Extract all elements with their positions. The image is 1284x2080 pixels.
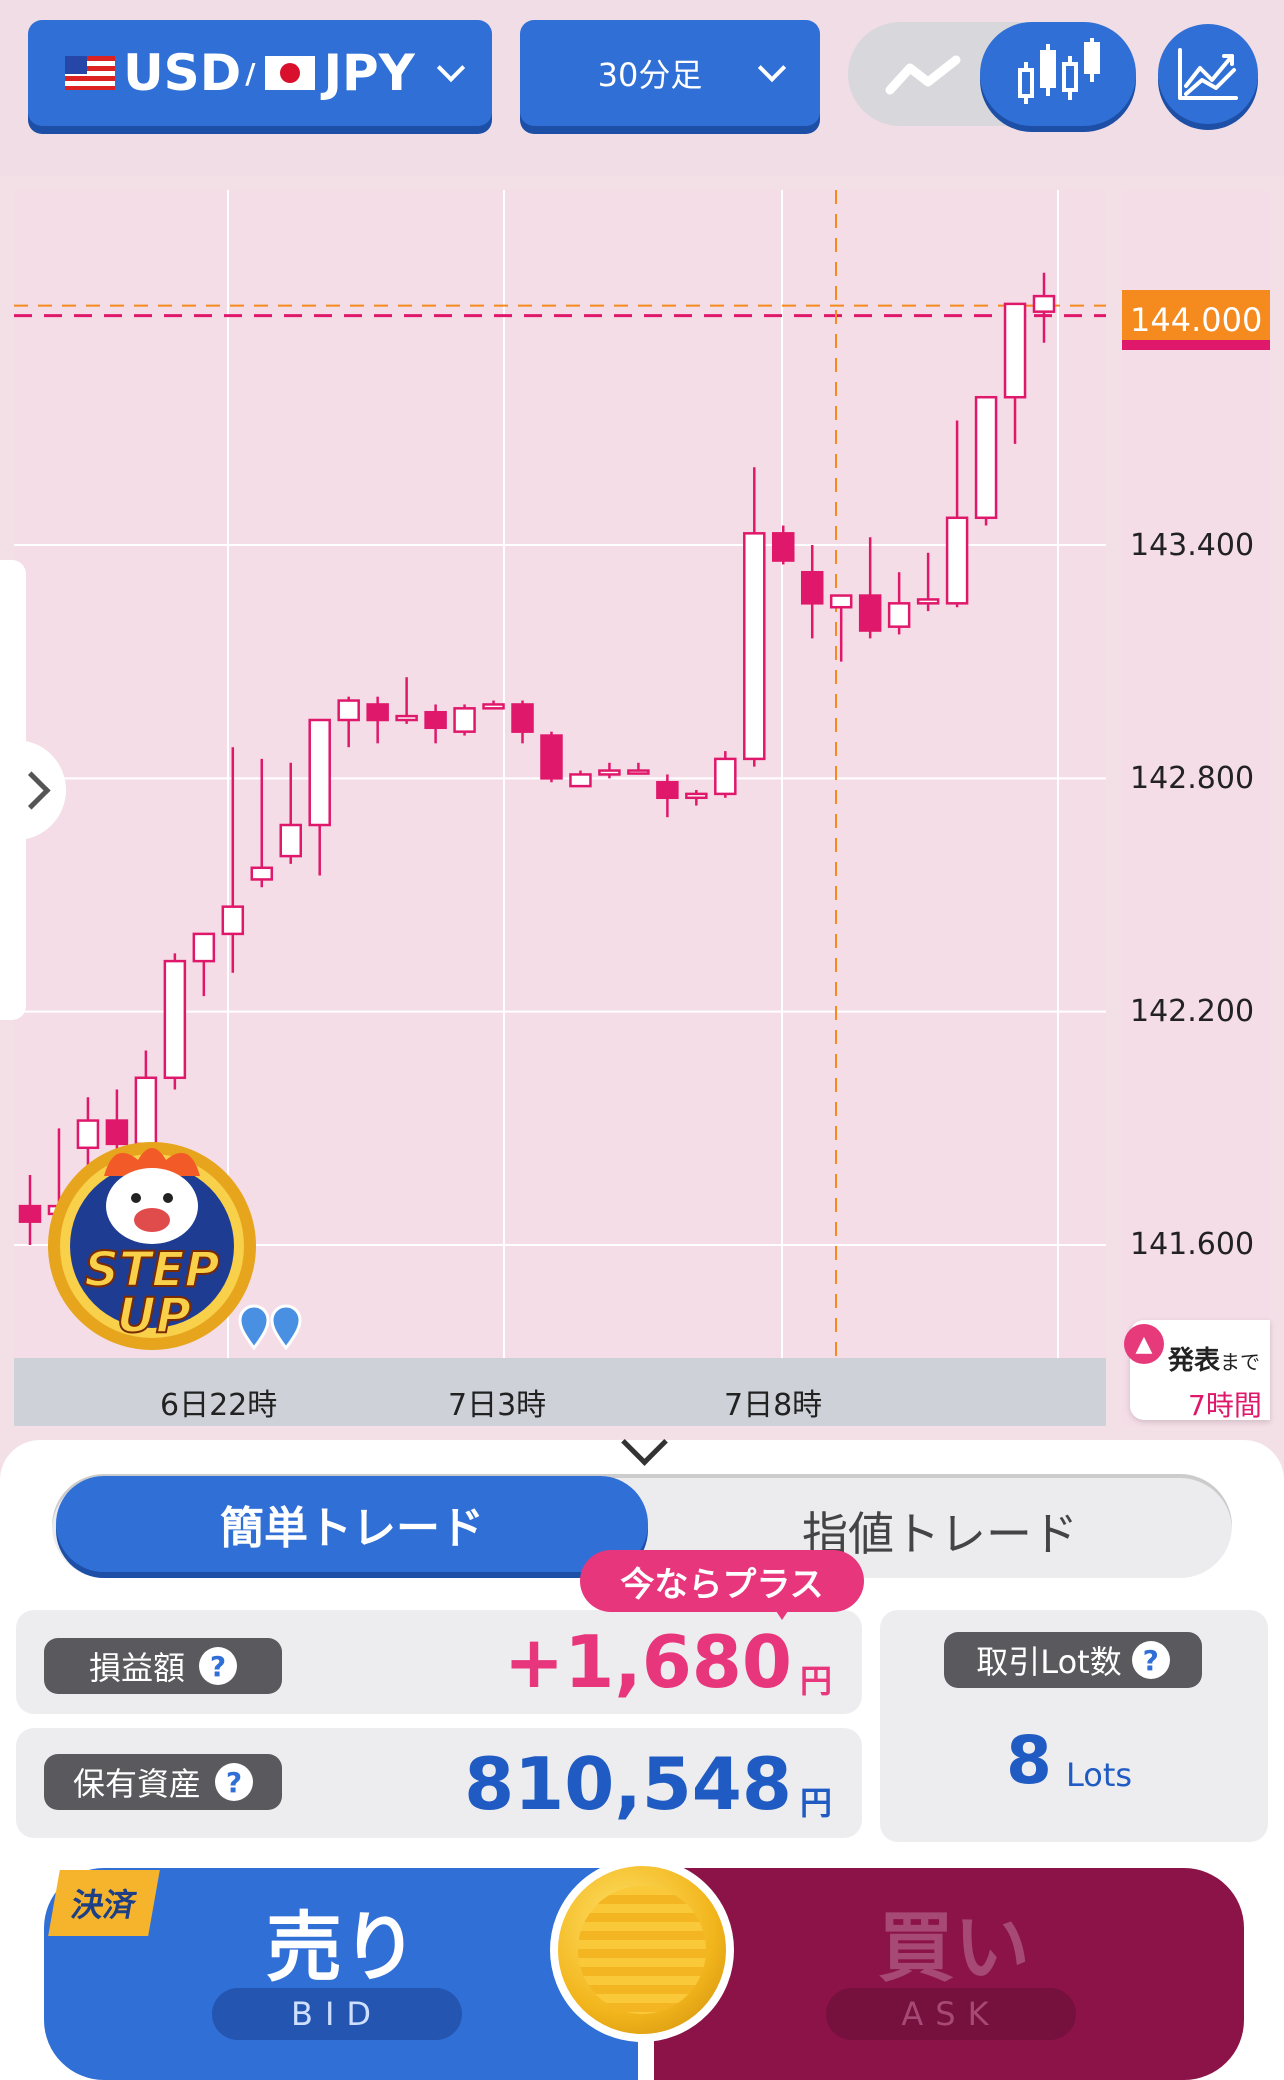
chevron-down-icon <box>436 53 466 83</box>
settle-badge: 決済 <box>48 1870 160 1936</box>
y-tick-label: 142.800 <box>1130 761 1255 796</box>
assets-label-chip[interactable]: 保有資産 ? <box>44 1754 282 1810</box>
sell-label: 売り <box>266 1903 418 1992</box>
candle-up <box>598 769 621 776</box>
candle-up <box>685 792 708 800</box>
candle-down <box>540 734 563 780</box>
step-up-badge[interactable]: STEP UP <box>42 1136 260 1356</box>
line-chart-icon[interactable] <box>884 52 964 98</box>
candle-up <box>887 602 911 628</box>
coin-flag-icon <box>578 1886 706 2014</box>
y-tick-label: 142.200 <box>1130 994 1255 1029</box>
candle-down <box>511 703 534 733</box>
candle-up <box>308 718 331 827</box>
pair-quote: JPY <box>323 44 415 102</box>
pair-base: USD <box>123 44 242 102</box>
candle-down <box>424 710 447 730</box>
candle-up <box>569 773 592 788</box>
map-pin-icon[interactable] <box>236 1300 306 1356</box>
announcement-label: 発表まで <box>1168 1340 1260 1377</box>
candle-up <box>829 594 853 609</box>
candle-down <box>772 532 795 562</box>
candle-up <box>974 395 998 520</box>
chevron-right-icon <box>11 770 51 810</box>
candle-up <box>482 703 505 710</box>
candle-up <box>337 699 360 722</box>
buy-label: 買い <box>878 1903 1030 1992</box>
badge-up-text: UP <box>117 1288 191 1344</box>
help-icon[interactable]: ? <box>199 1647 237 1685</box>
candle-up <box>163 959 187 1080</box>
buy-ask-label: ASK <box>826 1988 1076 2040</box>
candle-up <box>279 823 302 858</box>
bid-price-marker <box>1122 340 1270 350</box>
y-tick-label: 141.600 <box>1130 1227 1255 1262</box>
profit-loss-unit: 円 <box>800 1662 833 1700</box>
y-tick-label: 143.400 <box>1130 528 1255 563</box>
us-flag-icon <box>65 56 116 90</box>
candle-down <box>18 1204 42 1223</box>
candle-up <box>743 532 766 761</box>
promo-badge-tail <box>770 1602 794 1620</box>
candle-up <box>714 757 737 796</box>
lots-label: 取引Lot数 <box>976 1643 1122 1681</box>
megaphone-icon: ▲ <box>1124 1324 1164 1364</box>
assets-value: 810,548 <box>464 1742 792 1826</box>
candle-up <box>627 769 650 775</box>
candle-up <box>395 714 418 722</box>
candle-down <box>366 703 389 722</box>
lots-label-chip[interactable]: 取引Lot数 ? <box>944 1632 1202 1688</box>
timeframe-label: 30分足 <box>597 56 703 94</box>
x-tick-label: 7日3時 <box>448 1388 547 1423</box>
profit-loss-value: +1,680 <box>503 1620 792 1704</box>
chevron-down-icon <box>758 53 787 83</box>
candle-down <box>656 780 679 800</box>
candle-up <box>221 905 245 936</box>
help-icon[interactable]: ? <box>215 1763 253 1801</box>
promo-badge: 今ならプラス <box>580 1550 864 1612</box>
candle-up <box>1032 294 1056 313</box>
candle-up <box>250 866 274 881</box>
japan-flag-icon <box>265 56 316 90</box>
announcement-title: 発表 <box>1168 1346 1221 1376</box>
candle-up <box>1003 302 1027 399</box>
candle-up <box>916 598 940 605</box>
candle-up <box>192 932 216 963</box>
candle-up <box>134 1076 158 1146</box>
pair-separator: / <box>245 56 256 90</box>
announcement-time: 7時間 <box>1188 1389 1262 1422</box>
profit-loss-label: 損益額 <box>88 1649 185 1687</box>
tab-simple-trade[interactable]: 簡単トレード <box>56 1476 648 1572</box>
help-icon[interactable]: ? <box>1131 1641 1170 1679</box>
lots-value: 8 <box>1006 1722 1052 1799</box>
candle-down <box>800 570 824 605</box>
timeframe-selector[interactable]: 30分足 <box>520 20 820 126</box>
indicator-chart-icon <box>1178 48 1238 100</box>
currency-pair-selector[interactable]: USD / JPY <box>28 20 492 126</box>
assets-label: 保有資産 <box>72 1765 201 1803</box>
candle-up <box>453 707 476 733</box>
announcement-suffix: まで <box>1220 1350 1261 1374</box>
lots-unit: Lots <box>1066 1756 1133 1794</box>
candlestick-icon <box>1018 38 1100 104</box>
x-tick-label: 6日22時 <box>160 1388 278 1423</box>
candle-down <box>858 594 882 632</box>
x-tick-label: 7日8時 <box>724 1388 823 1423</box>
profit-loss-label-chip[interactable]: 損益額 ? <box>44 1638 282 1694</box>
candle-up <box>945 516 969 605</box>
sell-bid-label: BID <box>212 1988 462 2040</box>
assets-unit: 円 <box>800 1784 833 1822</box>
